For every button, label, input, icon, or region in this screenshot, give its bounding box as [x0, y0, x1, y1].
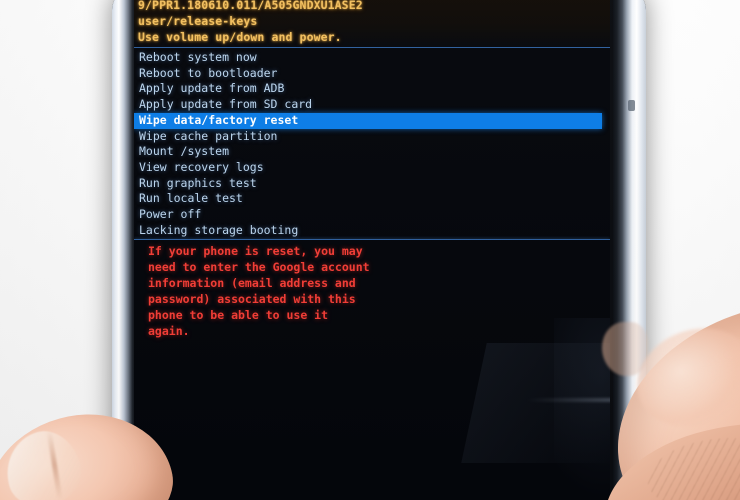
recovery-console: Android Recovery samsung/a50xtc/a50 9/PP…: [134, 0, 610, 342]
recovery-header: Android Recovery samsung/a50xtc/a50 9/PP…: [134, 0, 610, 47]
warning-line-6: again.: [148, 324, 190, 339]
phone-screen: Android Recovery samsung/a50xtc/a50 9/PP…: [134, 0, 610, 500]
menu-item-run-graphics-test[interactable]: Run graphics test: [138, 176, 610, 192]
warning-line-1: If your phone is reset, you may: [148, 244, 363, 259]
screen-reflection-line: [526, 398, 610, 402]
reset-warning-message: If your phone is reset, you may need to …: [134, 240, 610, 342]
screen-reflection-glow: [554, 318, 610, 498]
menu-item-view-recovery-logs[interactable]: View recovery logs: [138, 160, 610, 176]
screen-reflection-sweep: [461, 343, 610, 463]
header-line-instructions: Use volume up/down and power.: [138, 30, 342, 44]
power-button[interactable]: [628, 100, 635, 111]
warning-line-2: need to enter the Google account: [148, 260, 370, 275]
warning-line-4: password) associated with this: [148, 292, 356, 307]
menu-item-reboot-to-bootloader[interactable]: Reboot to bootloader: [138, 66, 610, 82]
header-line-build: 9/PPR1.180610.011/A505GNDXU1ASE2: [138, 0, 363, 12]
menu-item-apply-update-from-adb[interactable]: Apply update from ADB: [138, 81, 610, 97]
warning-line-5: phone to be able to use it: [148, 308, 329, 323]
header-line-keys: user/release-keys: [138, 14, 258, 28]
menu-item-apply-update-from-sd-card[interactable]: Apply update from SD card: [138, 97, 610, 113]
menu-item-mount-system[interactable]: Mount /system: [138, 144, 610, 160]
phone-left-bezel: [112, 0, 135, 500]
menu-item-power-off[interactable]: Power off: [138, 207, 610, 223]
recovery-menu: Reboot system now Reboot to bootloader A…: [134, 48, 610, 240]
warning-line-3: information (email address and: [148, 276, 356, 291]
menu-item-lacking-storage-booting[interactable]: Lacking storage booting: [138, 223, 610, 239]
screenshot-stage: Android Recovery samsung/a50xtc/a50 9/PP…: [0, 0, 740, 500]
menu-item-reboot-system-now[interactable]: Reboot system now: [138, 50, 610, 66]
menu-item-wipe-cache-partition[interactable]: Wipe cache partition: [138, 129, 610, 145]
menu-item-run-locale-test[interactable]: Run locale test: [138, 191, 610, 207]
menu-item-wipe-data-factory-reset[interactable]: Wipe data/factory reset: [134, 112, 602, 129]
phone-right-bezel: [613, 0, 646, 500]
